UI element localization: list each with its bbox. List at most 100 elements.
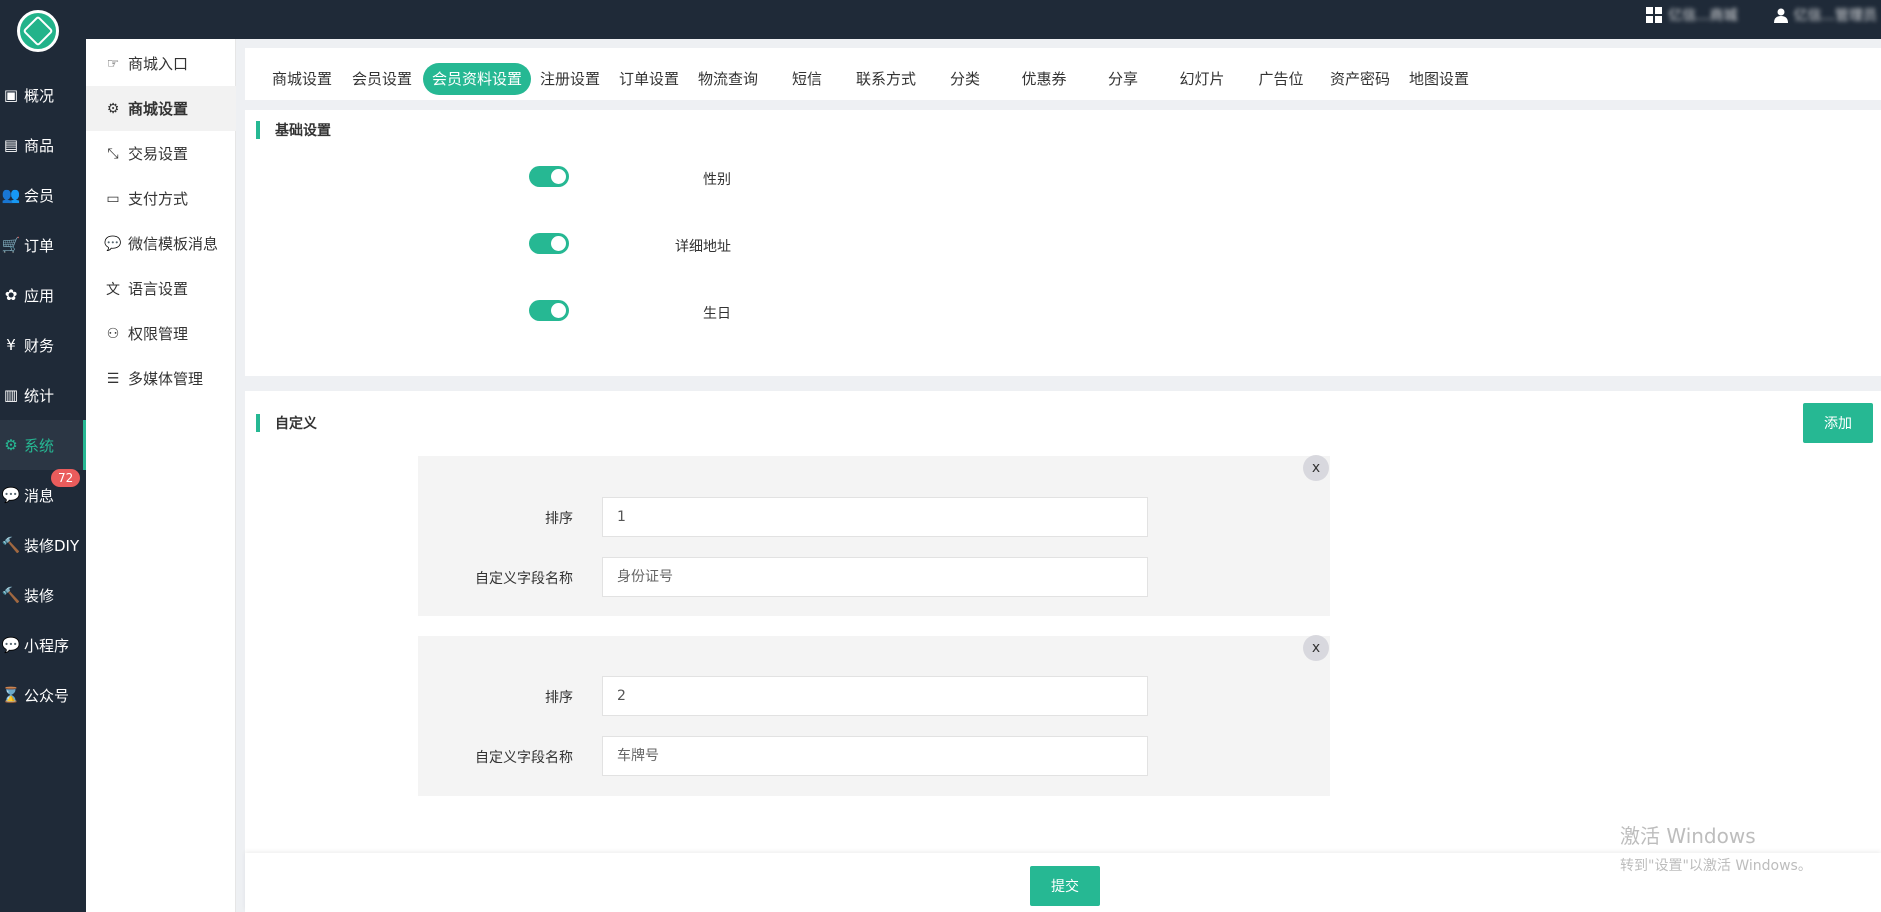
custom-field-card: x 排序 自定义字段名称 [418,455,1330,616]
submit-button[interactable]: 提交 [1030,866,1100,906]
tab-coupons[interactable]: 优惠券 [1009,63,1079,95]
nav-item-decor[interactable]: 🔨 装修 [0,570,86,620]
title-accent-bar [256,414,260,432]
nav-item-stats[interactable]: ▥ 统计 [0,370,86,420]
watermark-subtitle: 转到"设置"以激活 Windows。 [1620,858,1812,874]
tab-member-settings[interactable]: 会员设置 [347,63,417,95]
store-switch[interactable]: 亿信...商城 [1646,5,1738,25]
windows-activation-watermark: 激活 Windows 转到"设置"以激活 Windows。 [1620,820,1812,875]
nav-label: 应用 [24,286,55,305]
hand-pointer-icon: ☞ [106,55,120,72]
sort-input[interactable] [602,676,1148,716]
field-name-row: 自定义字段名称 [418,557,1330,597]
tab-member-profile-settings[interactable]: 会员资料设置 [423,63,531,95]
custom-fields-panel: 自定义 添加 x 排序 自定义字段名称 x 排序 自定义字段名称 [245,391,1881,853]
nav-item-official-account[interactable]: ⌛ 公众号 [0,670,86,720]
tab-sms[interactable]: 短信 [772,63,842,95]
hammer-icon: 🔨 [1,586,21,604]
subnav-label: 权限管理 [128,325,189,343]
tab-ad-slots[interactable]: 广告位 [1246,63,1316,95]
remove-field-button[interactable]: x [1303,455,1329,481]
logo[interactable] [17,10,59,52]
birthday-toggle[interactable] [529,300,569,321]
user-icon [1773,8,1788,23]
section-title-text: 自定义 [275,416,317,432]
subnav-item-wechat-template[interactable]: 💬 微信模板消息 [86,221,236,266]
subnav-item-store-settings[interactable]: ⚙ 商城设置 [86,86,236,131]
subnav-item-store-entry[interactable]: ☞ 商城入口 [86,41,236,86]
subnav-label: 微信模板消息 [128,235,219,253]
language-icon: 文 [106,281,120,298]
watermark-title: 激活 Windows [1620,824,1756,848]
wechat-icon: 💬 [1,636,21,654]
nav-label: 订单 [24,236,55,255]
tab-map-settings[interactable]: 地图设置 [1404,63,1474,95]
tab-register-settings[interactable]: 注册设置 [535,63,605,95]
nav-item-members[interactable]: 👥 会员 [0,170,86,220]
subnav-item-media[interactable]: ☰ 多媒体管理 [86,356,236,401]
bar-chart-icon: ▥ [3,386,19,404]
tab-share[interactable]: 分享 [1088,63,1158,95]
sort-input[interactable] [602,497,1148,537]
remove-field-button[interactable]: x [1303,635,1329,661]
settings-subnav: ☞ 商城入口 ⚙ 商城设置 ⤡ 交易设置 ▭ 支付方式 💬 微信模板消息 文语言设置 ⚇ 权… [86,39,236,912]
subnav-label: 商城设置 [128,100,189,118]
nav-item-finance[interactable]: ¥ 财务 [0,320,86,370]
nav-item-goods[interactable]: ▤ 商品 [0,120,86,170]
field-name-input[interactable] [602,736,1148,776]
gears-icon: ⚙ [4,436,18,454]
nav-label: 装修 [24,586,55,605]
tab-order-settings[interactable]: 订单设置 [614,63,684,95]
overview-icon: ▣ [3,86,19,104]
nav-label: 商品 [24,136,55,155]
title-accent-bar [256,121,260,139]
switch-row-birthday: 生日 [245,300,845,324]
users-icon: 👥 [1,186,21,204]
tab-asset-password[interactable]: 资产密码 [1325,63,1395,95]
subnav-label: 语言设置 [128,280,189,298]
tab-slides[interactable]: 幻灯片 [1167,63,1237,95]
cart-icon: 🛒 [1,236,21,254]
nav-item-apps[interactable]: ✿ 应用 [0,270,86,320]
nav-label: 财务 [24,336,55,355]
wechat-icon: 💬 [104,235,122,252]
field-name-input[interactable] [602,557,1148,597]
nav-item-overview[interactable]: ▣ 概况 [0,70,86,120]
custom-fields-title: 自定义 [256,413,317,433]
tab-logistics[interactable]: 物流查询 [693,63,763,95]
grid-icon [1646,7,1663,23]
address-toggle[interactable] [529,233,569,254]
user-menu[interactable]: 亿信...管理员 [1773,5,1877,25]
subnav-item-language[interactable]: 文语言设置 [86,266,236,311]
tab-category[interactable]: 分类 [930,63,1000,95]
gamepad-icon: ⚇ [106,325,120,342]
nav-item-diy[interactable]: 🔨 装修DIY [0,520,86,570]
subnav-label: 多媒体管理 [128,370,204,388]
message-count-badge: 72 [51,469,81,487]
add-field-button[interactable]: 添加 [1803,403,1873,443]
box-icon: ▤ [3,136,19,154]
sort-label: 排序 [545,511,573,527]
nav-item-system[interactable]: ⚙ 系统 [0,420,86,470]
tab-contact[interactable]: 联系方式 [851,63,921,95]
field-name-label: 自定义字段名称 [475,750,573,766]
sort-row: 排序 [418,497,1330,537]
subnav-item-trade-settings[interactable]: ⤡ 交易设置 [86,131,236,176]
nav-item-miniprogram[interactable]: 💬 小程序 [0,620,86,670]
section-title-text: 基础设置 [275,123,331,139]
nav-label: 装修DIY [24,536,80,555]
gender-toggle[interactable] [529,166,569,187]
field-name-label: 自定义字段名称 [475,571,573,587]
nav-label: 系统 [24,436,55,455]
nav-label: 会员 [24,186,55,205]
nav-label: 统计 [24,386,55,405]
subnav-item-permissions[interactable]: ⚇ 权限管理 [86,311,236,356]
custom-field-card: x 排序 自定义字段名称 [418,635,1330,796]
comment-icon: 💬 [1,486,21,504]
apps-icon: ✿ [4,286,18,304]
subnav-item-payment[interactable]: ▭ 支付方式 [86,176,236,221]
tab-store-settings[interactable]: 商城设置 [267,63,337,95]
switch-row-gender: 性别 [245,166,845,190]
switch-row-address: 详细地址 [245,233,845,257]
nav-item-orders[interactable]: 🛒 订单 [0,220,86,270]
